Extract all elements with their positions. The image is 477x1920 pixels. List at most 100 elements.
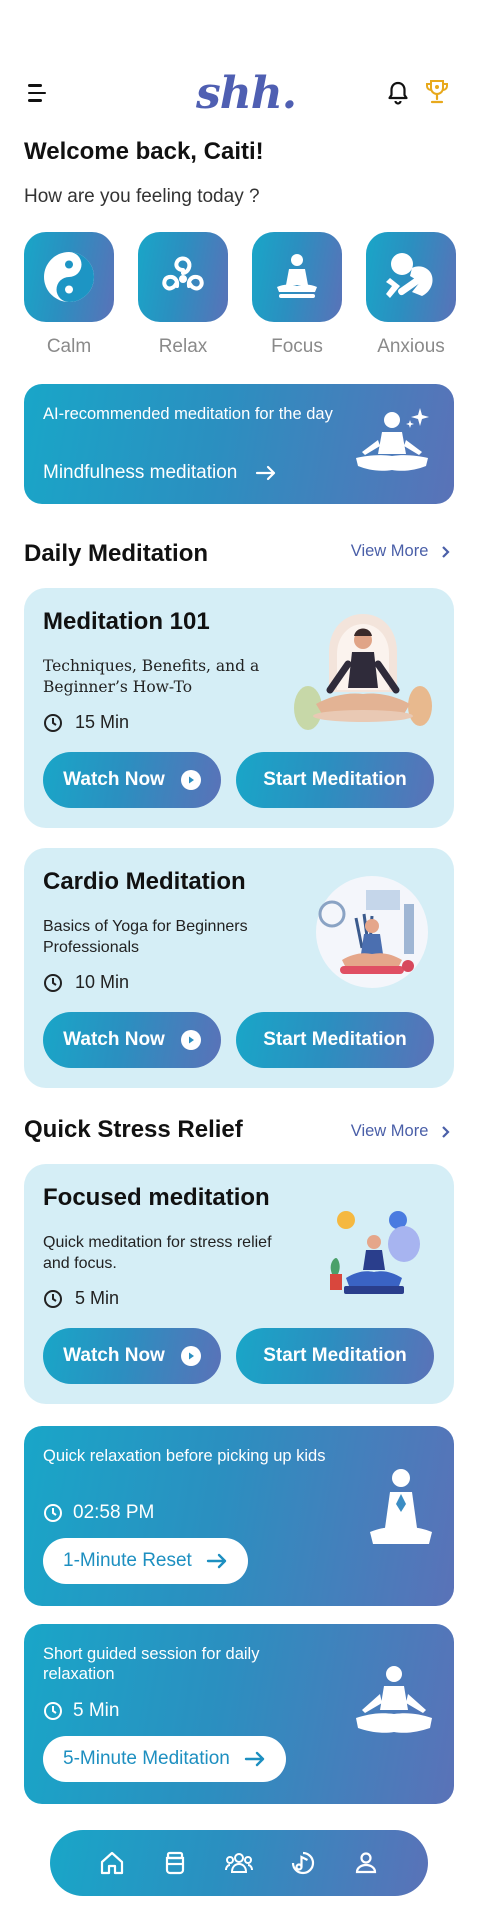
ai-title: Mindfulness meditation — [43, 462, 277, 484]
card-description: Quick meditation for stress relief and f… — [43, 1234, 272, 1272]
menu-icon[interactable] — [28, 84, 48, 102]
card-title: Focused meditation — [43, 1184, 270, 1211]
watch-now-label: Watch Now — [63, 1029, 165, 1050]
music-icon — [291, 1851, 314, 1875]
mood-relax[interactable]: Relax — [138, 232, 228, 358]
play-icon — [180, 1346, 201, 1366]
mood-label: Focus — [271, 336, 323, 357]
welcome-heading: Welcome back, Caiti! — [24, 138, 264, 165]
start-meditation-button[interactable]: Start Meditation — [236, 1328, 434, 1384]
start-meditation-button[interactable]: Start Meditation — [236, 752, 434, 808]
view-more-label: View More — [350, 1122, 429, 1140]
quick-caption: Quick relaxation before picking up kids — [43, 1447, 326, 1465]
mood-anxious-tile[interactable] — [366, 232, 456, 322]
pill-label: 1-Minute Reset — [63, 1550, 192, 1571]
meditation-card[interactable]: Focused meditation Quick meditation for … — [24, 1164, 454, 1404]
clock-icon — [44, 1702, 62, 1720]
watch-now-button[interactable]: Watch Now — [43, 1328, 221, 1384]
home-icon — [100, 1851, 123, 1875]
quick-caption: Short guided session for daily relaxatio… — [43, 1645, 260, 1683]
start-meditation-button[interactable]: Start Meditation — [236, 1012, 434, 1068]
stress-section-title: Quick Stress Relief — [24, 1116, 243, 1143]
five-minute-meditation-button[interactable]: 5-Minute Meditation — [43, 1736, 286, 1782]
card-title: Cardio Meditation — [43, 868, 246, 895]
meditating-figure-icon — [356, 1666, 432, 1733]
play-icon — [180, 770, 201, 790]
meditating-person-icon — [277, 254, 317, 298]
meditation-card[interactable]: Meditation 101 Techniques, Benefits, and… — [24, 588, 454, 828]
card-title: Meditation 101 — [43, 608, 210, 635]
mood-label: Anxious — [377, 336, 445, 357]
mood-focus-tile[interactable] — [252, 232, 342, 322]
quick-session-card[interactable]: Quick relaxation before picking up kids … — [24, 1426, 454, 1606]
play-icon — [180, 1030, 201, 1050]
watch-now-label: Watch Now — [63, 769, 165, 790]
card-description: Techniques, Benefits, and a Beginner’s H… — [43, 657, 260, 696]
time-text: 02:58 PM — [73, 1502, 155, 1523]
praying-figure-icon — [370, 1469, 432, 1544]
watch-now-button[interactable]: Watch Now — [43, 1012, 221, 1068]
mood-selector: Calm Relax Focus Anxious — [24, 232, 456, 362]
chevron-right-icon — [442, 545, 450, 558]
watch-now-button[interactable]: Watch Now — [43, 752, 221, 808]
view-more-label: View More — [350, 542, 429, 560]
pill-label: 5-Minute Meditation — [63, 1748, 230, 1769]
arrow-right-icon — [255, 465, 275, 481]
duration-text: 5 Min — [75, 1288, 120, 1308]
anxious-person-icon — [386, 253, 433, 298]
card-duration: 10 Min — [43, 972, 129, 993]
profile-icon — [356, 1852, 377, 1874]
duration-text: 15 Min — [75, 712, 130, 732]
meditation-sparkle-icon — [356, 408, 429, 471]
nav-jar[interactable] — [158, 1846, 192, 1880]
mood-relax-tile[interactable] — [138, 232, 228, 322]
feeling-prompt: How are you feeling today ? — [24, 186, 260, 207]
community-icon — [224, 1853, 253, 1873]
mood-label: Calm — [46, 336, 92, 357]
daily-section-title: Daily Meditation — [24, 540, 209, 567]
nav-profile[interactable] — [349, 1846, 383, 1880]
clock-icon — [44, 973, 62, 992]
app-logo: shh. — [196, 68, 297, 119]
time-text: 5 Min — [73, 1700, 120, 1721]
focused-meditation-illustration — [330, 1211, 420, 1294]
mood-calm[interactable]: Calm — [24, 232, 114, 358]
duration-text: 10 Min — [75, 972, 130, 992]
bell-icon[interactable] — [386, 80, 410, 106]
spiral-icon — [162, 256, 204, 291]
yoga-room-illustration — [316, 876, 428, 988]
card-duration: 15 Min — [43, 712, 129, 733]
mood-focus[interactable]: Focus — [252, 232, 342, 358]
trophy-icon[interactable] — [424, 78, 450, 106]
arrow-right-icon — [244, 1751, 265, 1767]
meditation-card[interactable]: Cardio Meditation Basics of Yoga for Beg… — [24, 848, 454, 1088]
one-minute-reset-button[interactable]: 1-Minute Reset — [43, 1538, 248, 1584]
yin-yang-icon — [44, 252, 94, 302]
bottom-nav — [50, 1830, 428, 1896]
ai-recommendation-card[interactable]: AI-recommended meditation for the day Mi… — [24, 384, 454, 504]
nav-community[interactable] — [222, 1846, 256, 1880]
ai-title-text: Mindfulness meditation — [43, 462, 238, 483]
clock-icon — [44, 713, 62, 732]
clock-icon — [44, 1289, 62, 1308]
chevron-right-icon — [442, 1125, 450, 1138]
ai-caption: AI-recommended meditation for the day — [43, 405, 333, 423]
meditation-illustration — [294, 614, 432, 730]
nav-home[interactable] — [95, 1846, 129, 1880]
daily-view-more-link[interactable]: View More — [351, 542, 453, 561]
jar-icon — [166, 1851, 185, 1875]
quick-session-card[interactable]: Short guided session for daily relaxatio… — [24, 1624, 454, 1804]
app-header: shh. — [24, 68, 454, 119]
nav-music[interactable] — [286, 1846, 320, 1880]
mood-label: Relax — [158, 336, 208, 357]
quick-time: 02:58 PM — [43, 1502, 154, 1524]
watch-now-label: Watch Now — [63, 1345, 165, 1366]
arrow-right-icon — [206, 1553, 227, 1569]
card-duration: 5 Min — [43, 1288, 119, 1309]
card-description: Basics of Yoga for Beginners Professiona… — [43, 918, 248, 956]
stress-view-more-link[interactable]: View More — [351, 1122, 453, 1141]
quick-time: 5 Min — [43, 1700, 119, 1722]
mood-anxious[interactable]: Anxious — [366, 232, 456, 358]
clock-icon — [44, 1504, 62, 1522]
mood-calm-tile[interactable] — [24, 232, 114, 322]
